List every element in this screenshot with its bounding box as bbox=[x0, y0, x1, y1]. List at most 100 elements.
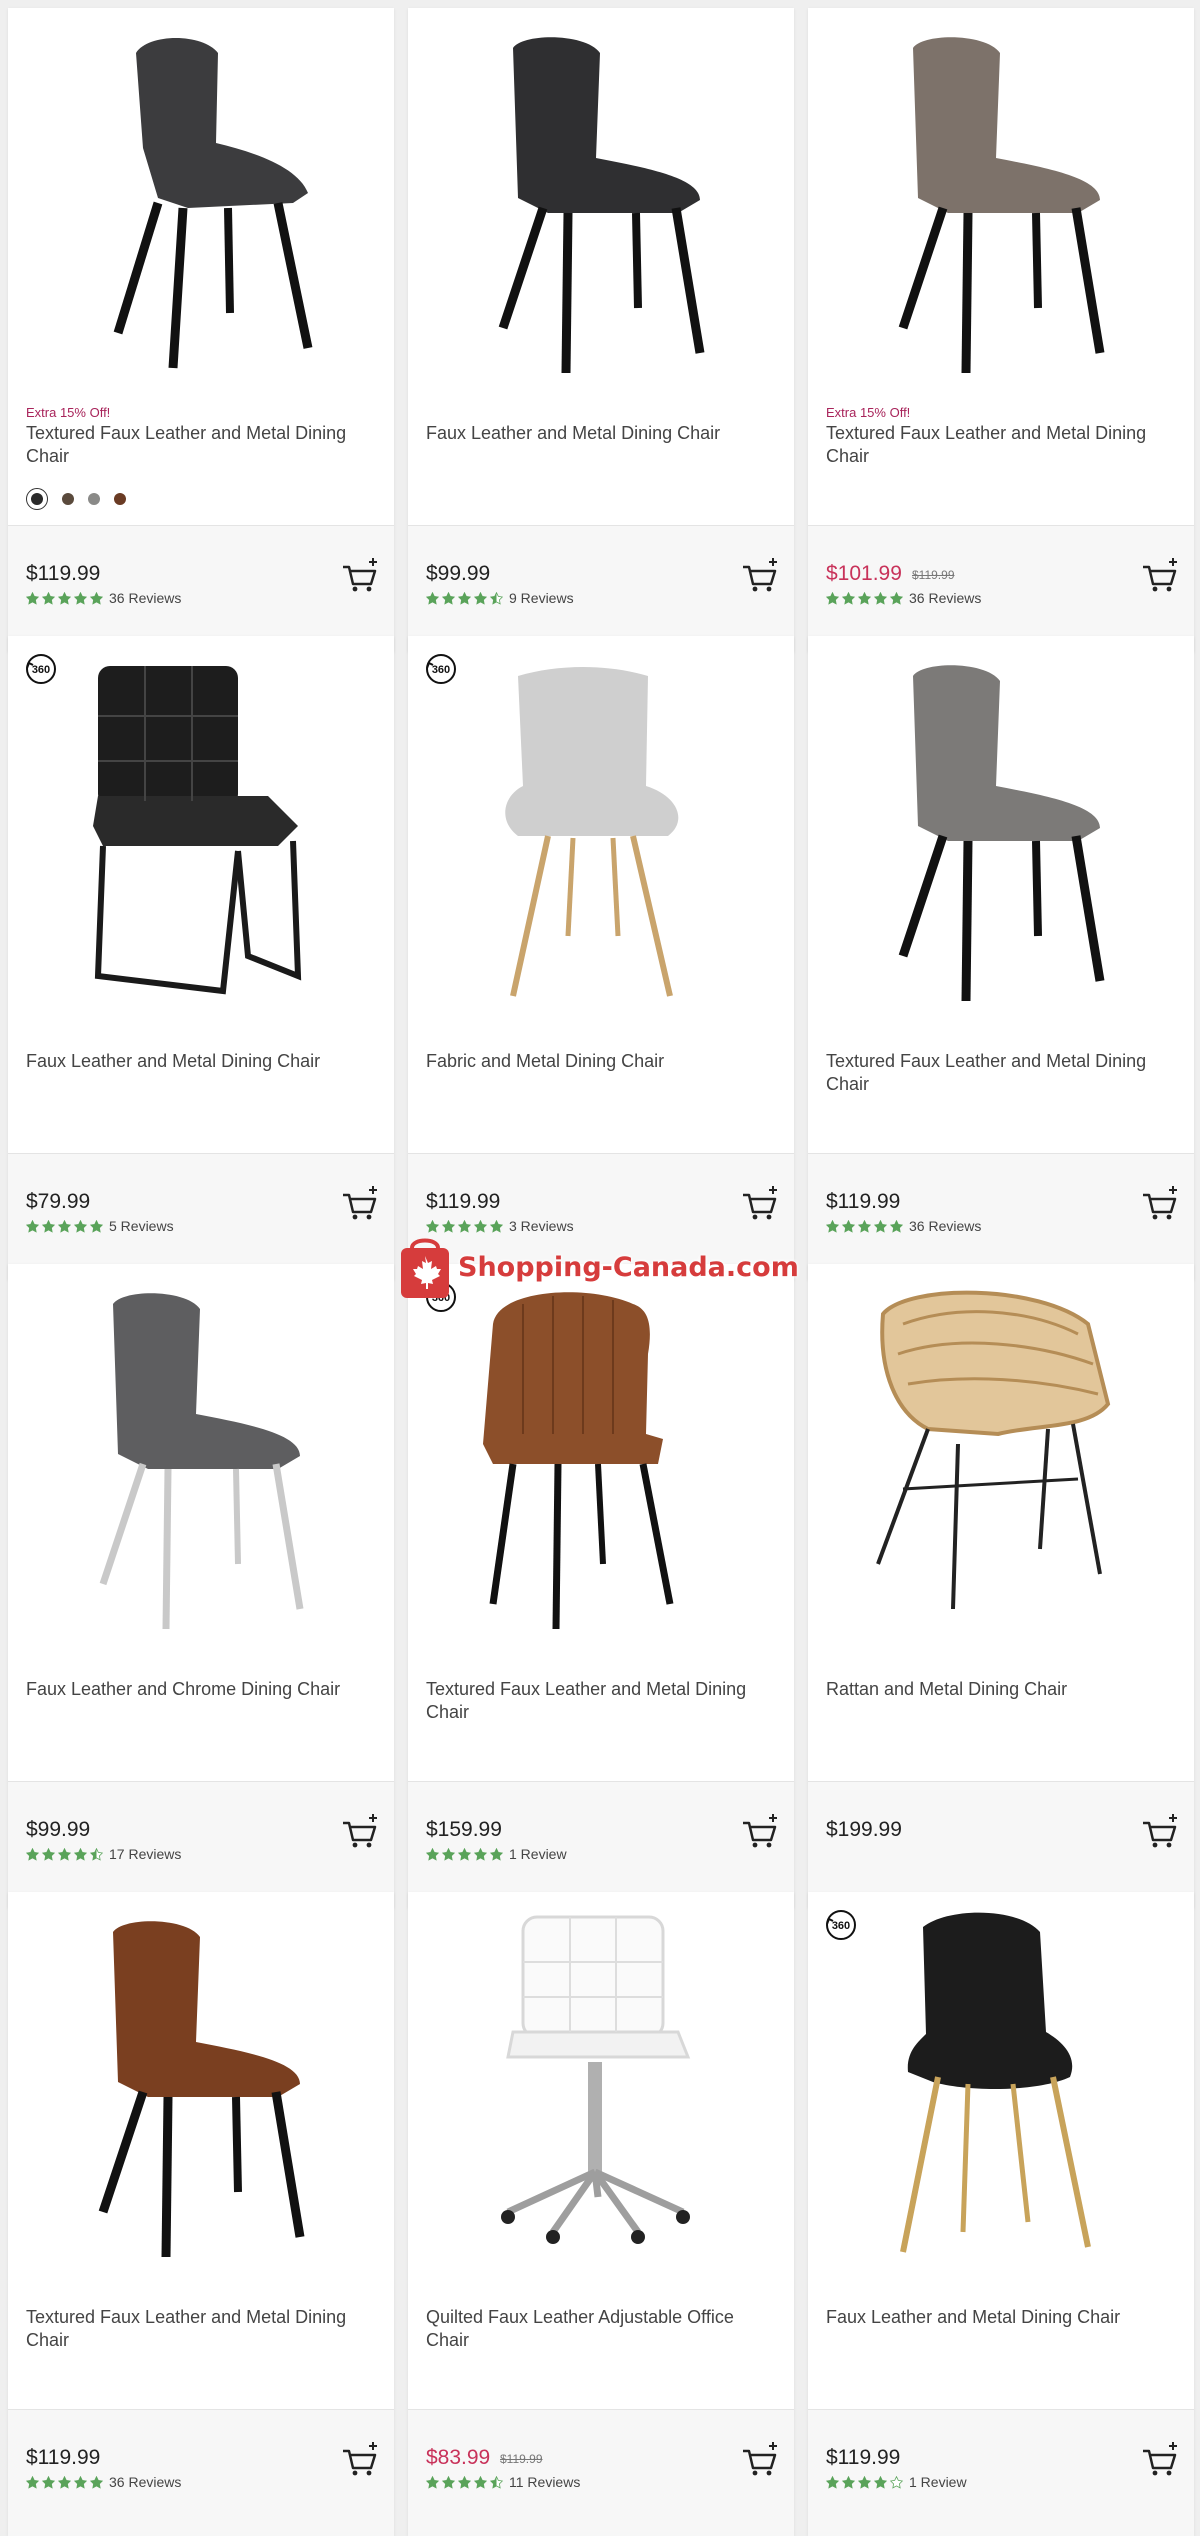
star-filled-icon bbox=[58, 1219, 71, 1233]
product-card[interactable]: Faux Leather and Chrome Dining Chair $99… bbox=[8, 1264, 394, 1908]
review-count: 17 Reviews bbox=[109, 1846, 182, 1862]
color-swatch[interactable] bbox=[114, 493, 126, 505]
color-swatch[interactable] bbox=[88, 493, 100, 505]
star-filled-icon bbox=[842, 2475, 855, 2489]
product-card[interactable]: Quilted Faux Leather Adjustable Office C… bbox=[408, 1892, 794, 2536]
original-price: $119.99 bbox=[500, 2452, 543, 2466]
chair-image bbox=[483, 1292, 674, 1630]
product-card[interactable]: Faux Leather and Metal Dining Chair $99.… bbox=[408, 8, 794, 652]
product-image[interactable] bbox=[8, 1264, 394, 1654]
star-half-icon bbox=[90, 1847, 103, 1861]
rating[interactable]: 36 Reviews bbox=[826, 590, 981, 606]
product-footer: $99.99 9 Reviews bbox=[408, 525, 794, 652]
product-card[interactable]: 360 Faux Leather and Metal Dining Chair $… bbox=[8, 636, 394, 1280]
review-count: 36 Reviews bbox=[909, 590, 982, 606]
add-to-cart-icon[interactable] bbox=[340, 1184, 380, 1224]
product-title[interactable]: Textured Faux Leather and Metal Dining C… bbox=[26, 422, 376, 468]
star-filled-icon bbox=[26, 2475, 39, 2489]
product-title[interactable]: Textured Faux Leather and Metal Dining C… bbox=[426, 1678, 776, 1724]
color-swatch-selected[interactable] bbox=[26, 488, 48, 510]
product-image[interactable] bbox=[8, 8, 394, 398]
add-to-cart-icon[interactable] bbox=[340, 1812, 380, 1852]
star-filled-icon bbox=[426, 2475, 439, 2489]
360-view-icon[interactable]: 360 bbox=[424, 652, 458, 686]
product-title[interactable]: Textured Faux Leather and Metal Dining C… bbox=[26, 2306, 376, 2352]
product-card[interactable]: Textured Faux Leather and Metal Dining C… bbox=[8, 1892, 394, 2536]
product-image[interactable] bbox=[408, 8, 794, 398]
360-view-icon[interactable]: 360 bbox=[824, 1908, 858, 1942]
add-to-cart-icon[interactable] bbox=[1140, 1184, 1180, 1224]
360-view-icon[interactable]: 360 bbox=[24, 652, 58, 686]
product-title[interactable]: Faux Leather and Metal Dining Chair bbox=[826, 2306, 1176, 2329]
star-rating bbox=[426, 2475, 503, 2489]
star-filled-icon bbox=[474, 2475, 487, 2489]
add-to-cart-icon[interactable] bbox=[740, 1184, 780, 1224]
product-image[interactable] bbox=[408, 636, 794, 1026]
product-card[interactable]: 360Textured Faux Leather and Metal Dinin… bbox=[408, 1264, 794, 1908]
product-card[interactable]: Extra 15% Off! Textured Faux Leather and … bbox=[8, 8, 394, 652]
product-image[interactable] bbox=[408, 1264, 794, 1654]
star-filled-icon bbox=[90, 2475, 103, 2489]
add-to-cart-icon[interactable] bbox=[740, 2440, 780, 2480]
add-to-cart-icon[interactable] bbox=[340, 2440, 380, 2480]
star-filled-icon bbox=[58, 591, 71, 605]
rating[interactable]: 5 Reviews bbox=[26, 1218, 174, 1234]
product-price: $119.99 bbox=[826, 1190, 901, 1213]
rating[interactable]: 1 Review bbox=[826, 2474, 967, 2490]
rating[interactable]: 36 Reviews bbox=[26, 590, 181, 606]
product-footer: $199.99 bbox=[808, 1781, 1194, 1908]
product-image[interactable] bbox=[408, 1892, 794, 2282]
rating[interactable]: 36 Reviews bbox=[826, 1218, 981, 1234]
rating[interactable]: 1 Review bbox=[426, 1846, 567, 1862]
add-to-cart-icon[interactable] bbox=[1140, 1812, 1180, 1852]
star-filled-icon bbox=[458, 1219, 471, 1233]
rating[interactable]: 17 Reviews bbox=[26, 1846, 181, 1862]
svg-text:360: 360 bbox=[432, 664, 450, 676]
product-footer: $159.99 1 Review bbox=[408, 1781, 794, 1908]
product-image[interactable] bbox=[8, 1892, 394, 2282]
product-title[interactable]: Fabric and Metal Dining Chair bbox=[426, 1050, 776, 1073]
product-price: $99.99 bbox=[426, 562, 491, 585]
chair-image bbox=[501, 1915, 691, 2244]
star-filled-icon bbox=[426, 1847, 439, 1861]
add-to-cart-icon[interactable] bbox=[740, 556, 780, 596]
star-filled-icon bbox=[442, 1847, 455, 1861]
product-image[interactable] bbox=[8, 636, 394, 1026]
rating[interactable]: 9 Reviews bbox=[426, 590, 574, 606]
product-title[interactable]: Faux Leather and Metal Dining Chair bbox=[426, 422, 776, 445]
product-card[interactable]: Extra 15% Off! Textured Faux Leather and … bbox=[808, 8, 1194, 652]
star-filled-icon bbox=[474, 591, 487, 605]
product-card[interactable]: Textured Faux Leather and Metal Dining C… bbox=[808, 636, 1194, 1280]
product-card[interactable]: Rattan and Metal Dining Chair $199.99 bbox=[808, 1264, 1194, 1908]
star-filled-icon bbox=[490, 1219, 503, 1233]
add-to-cart-icon[interactable] bbox=[340, 556, 380, 596]
product-price: $119.99 bbox=[826, 2446, 901, 2469]
product-title[interactable]: Rattan and Metal Dining Chair bbox=[826, 1678, 1176, 1701]
product-title[interactable]: Faux Leather and Metal Dining Chair bbox=[26, 1050, 376, 1073]
product-card[interactable]: 360 Faux Leather and Metal Dining Chair $… bbox=[808, 1892, 1194, 2536]
color-swatch[interactable] bbox=[62, 493, 74, 505]
rating[interactable]: 11 Reviews bbox=[426, 2474, 580, 2490]
add-to-cart-icon[interactable] bbox=[1140, 556, 1180, 596]
product-image[interactable] bbox=[808, 8, 1194, 398]
product-title[interactable]: Faux Leather and Chrome Dining Chair bbox=[26, 1678, 376, 1701]
product-image[interactable] bbox=[808, 1264, 1194, 1654]
star-filled-icon bbox=[42, 591, 55, 605]
star-filled-icon bbox=[458, 1847, 471, 1861]
rating[interactable]: 36 Reviews bbox=[26, 2474, 181, 2490]
product-title[interactable]: Quilted Faux Leather Adjustable Office C… bbox=[426, 2306, 776, 2352]
product-price: $119.99 bbox=[426, 1190, 501, 1213]
original-price: $119.99 bbox=[912, 568, 955, 582]
add-to-cart-icon[interactable] bbox=[1140, 2440, 1180, 2480]
star-half-icon bbox=[490, 591, 503, 605]
product-image[interactable] bbox=[808, 1892, 1194, 2282]
svg-text:360: 360 bbox=[32, 664, 50, 676]
product-title[interactable]: Textured Faux Leather and Metal Dining C… bbox=[826, 1050, 1176, 1096]
add-to-cart-icon[interactable] bbox=[740, 1812, 780, 1852]
product-image[interactable] bbox=[808, 636, 1194, 1026]
product-title[interactable]: Textured Faux Leather and Metal Dining C… bbox=[826, 422, 1176, 468]
product-price: $119.99 bbox=[26, 2446, 101, 2469]
product-card[interactable]: 360 Fabric and Metal Dining Chair $119.99… bbox=[408, 636, 794, 1280]
product-footer: $119.99 1 Review bbox=[808, 2409, 1194, 2536]
star-filled-icon bbox=[474, 1847, 487, 1861]
